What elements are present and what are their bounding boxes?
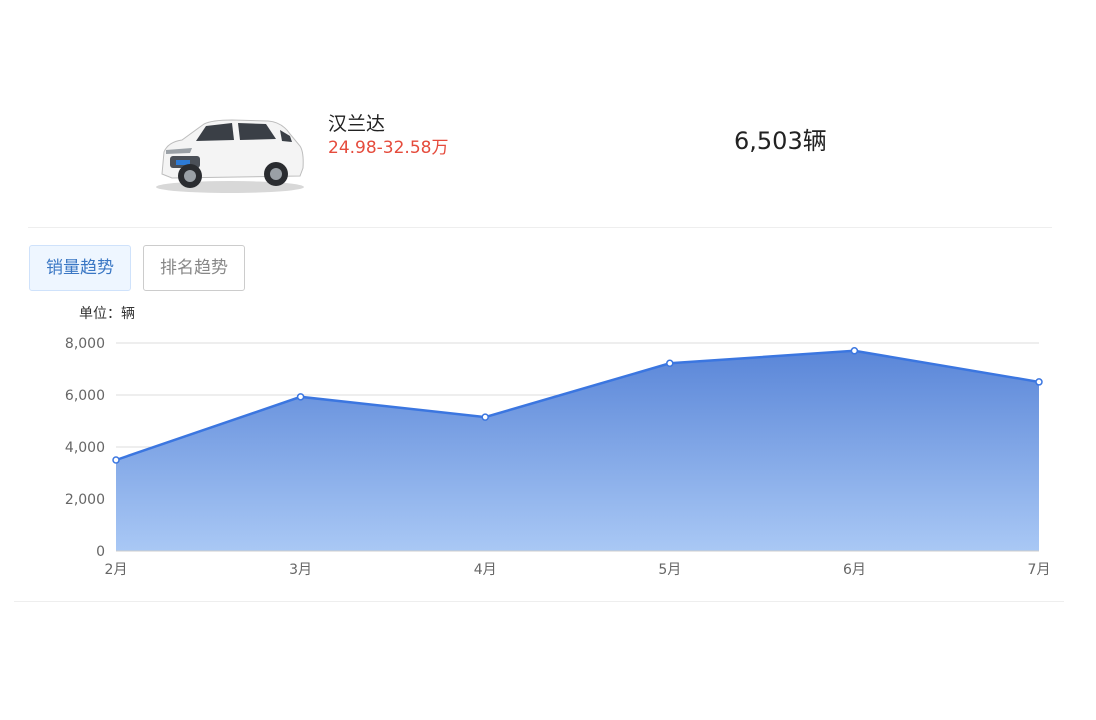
divider — [14, 601, 1064, 602]
sales-chart: 0 2,000 4,000 6,000 8,000 2月 3月 4月 5月 6月 7月 — [65, 336, 1051, 578]
tab-rank-trend[interactable]: 排名趋势 — [143, 245, 245, 291]
y-tick-label: 8,000 — [65, 336, 105, 352]
y-tick-label: 2,000 — [65, 492, 105, 508]
y-tick-label: 0 — [96, 544, 105, 560]
data-point — [112, 456, 120, 464]
sales-total: 6,503辆 — [734, 127, 827, 155]
tab-sales-trend[interactable]: 销量趋势 — [29, 245, 131, 291]
x-tick-label: 4月 — [474, 562, 497, 578]
y-tick-label: 4,000 — [65, 440, 105, 456]
y-tick-label: 6,000 — [65, 388, 105, 404]
series-area — [116, 350, 1039, 551]
car-card: 汉兰达 24.98-32.58万 6,503辆 — [0, 0, 1096, 228]
data-point — [296, 393, 305, 401]
car-name[interactable]: 汉兰达 — [328, 112, 385, 136]
x-tick-label: 7月 — [1028, 562, 1051, 578]
divider — [28, 227, 1052, 228]
data-point — [850, 347, 859, 355]
data-point — [481, 413, 489, 421]
x-tick-label: 2月 — [105, 562, 128, 578]
x-tick-label: 5月 — [658, 562, 681, 578]
x-tick-label: 6月 — [843, 562, 866, 578]
car-price: 24.98-32.58万 — [328, 138, 449, 158]
x-tick-label: 3月 — [289, 562, 312, 578]
data-point — [666, 359, 674, 368]
car-image[interactable] — [152, 112, 308, 196]
data-point — [1035, 378, 1043, 386]
